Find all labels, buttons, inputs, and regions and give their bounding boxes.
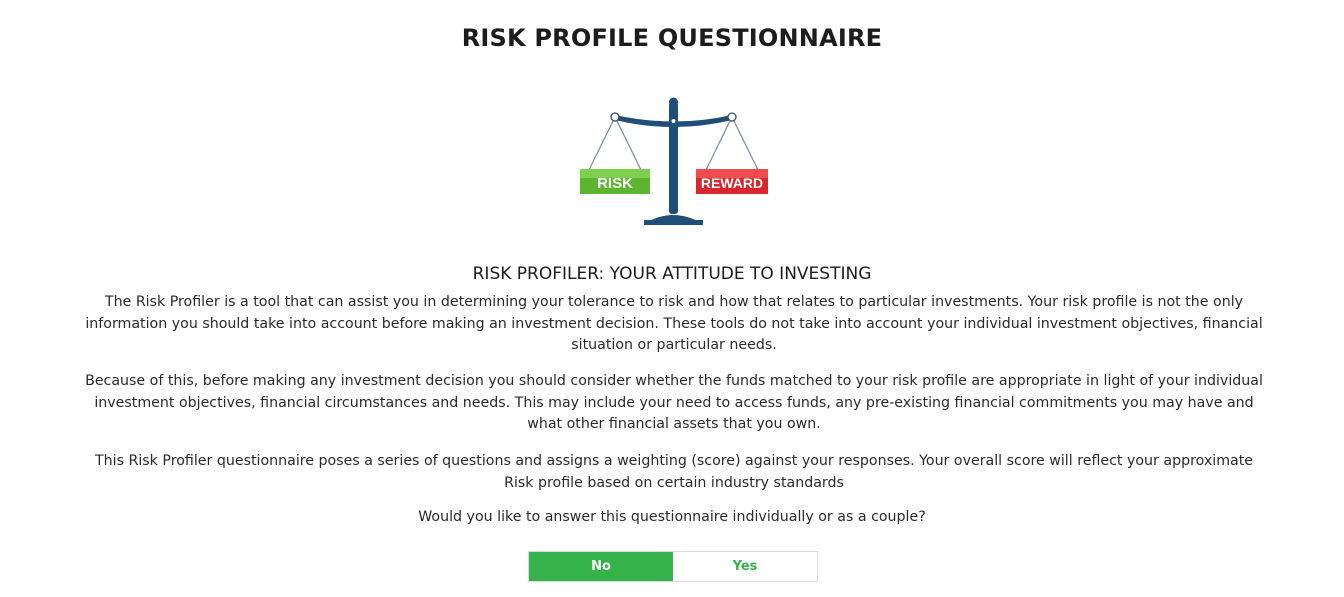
page: RISK PROFILE QUESTIONNAIRE RISK REWARD R…	[0, 0, 1344, 597]
risk-sign: RISK	[580, 169, 650, 194]
intro-paragraph: This Risk Profiler questionnaire poses a…	[94, 453, 1254, 491]
intro-paragraph: The Risk Profiler is a tool that can ass…	[85, 294, 1263, 353]
intro-paragraph: Because of this, before making any inves…	[85, 373, 1263, 432]
reward-label: REWARD	[701, 175, 763, 191]
answer-toggle: No Yes	[528, 551, 818, 582]
illustration: RISK REWARD	[574, 94, 774, 230]
section-heading: RISK PROFILER: YOUR ATTITUDE TO INVESTIN…	[472, 264, 872, 284]
risk-label: RISK	[597, 175, 633, 192]
question-text: Would you like to answer this questionna…	[418, 509, 926, 525]
balance-scale-icon: RISK REWARD	[580, 97, 768, 225]
yes-button[interactable]: Yes	[673, 552, 817, 581]
page-title: RISK PROFILE QUESTIONNAIRE	[461, 24, 883, 52]
no-button[interactable]: No	[529, 552, 673, 581]
reward-sign: REWARD	[696, 169, 768, 194]
